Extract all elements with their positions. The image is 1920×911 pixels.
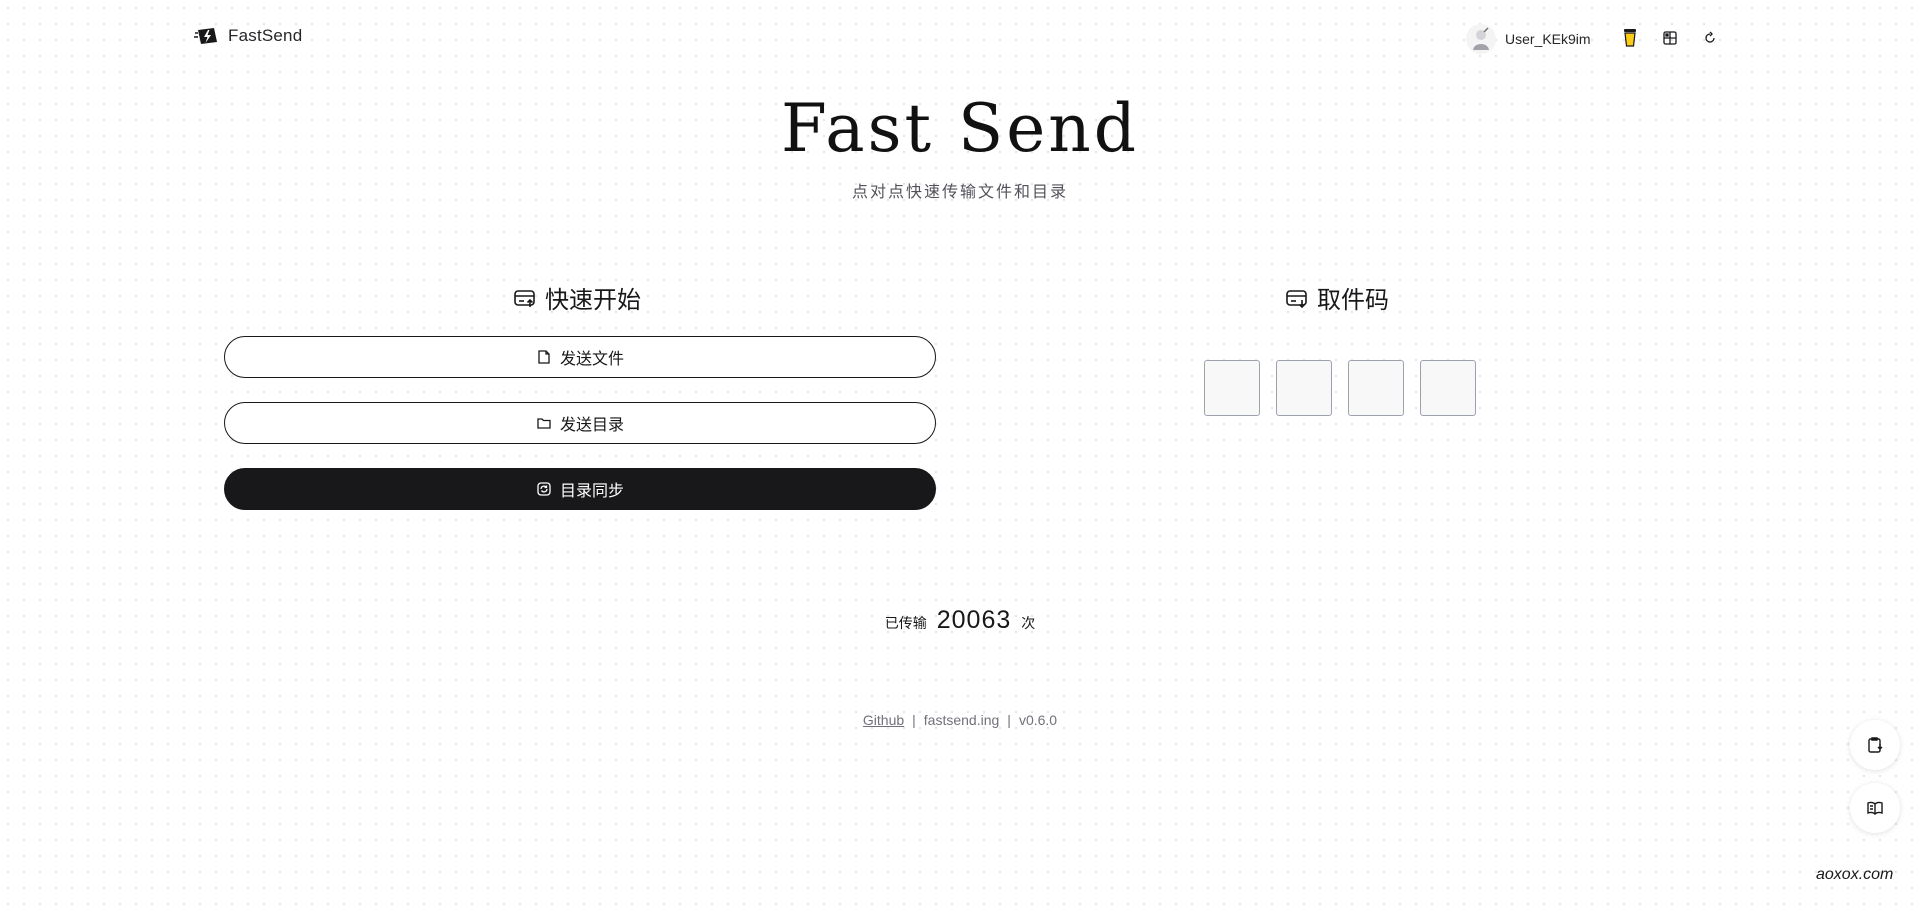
footer-separator: | xyxy=(912,712,916,728)
transfer-stats: 已传输 20063 次 xyxy=(0,606,1920,635)
brand[interactable]: FastSend xyxy=(194,24,302,48)
code-digit-input[interactable] xyxy=(1204,360,1260,416)
send-directory-button[interactable]: 发送目录 xyxy=(224,402,936,444)
site-name: fastsend.ing xyxy=(923,712,1000,728)
code-digit-input[interactable] xyxy=(1348,360,1404,416)
send-box-icon xyxy=(514,289,535,307)
coffee-cup-icon[interactable] xyxy=(1620,28,1640,48)
file-icon xyxy=(538,350,550,364)
footer-separator: | xyxy=(1007,712,1011,728)
book-icon xyxy=(1867,801,1883,815)
stats-count: 20063 xyxy=(936,606,1012,634)
github-link[interactable]: Github xyxy=(863,712,904,728)
brand-name: FastSend xyxy=(228,26,303,45)
footer: Github | fastsend.ing | v0.6.0 xyxy=(0,712,1920,728)
receive-box-icon xyxy=(1286,289,1307,308)
version: v0.6.0 xyxy=(1018,712,1058,728)
avatar[interactable] xyxy=(1466,24,1496,54)
pickup-title: 取件码 xyxy=(1317,287,1389,314)
sync-directory-label: 目录同步 xyxy=(559,483,624,500)
docs-button[interactable] xyxy=(1850,783,1900,833)
stats-suffix: 次 xyxy=(1021,615,1036,631)
clipboard-icon xyxy=(1868,737,1883,753)
hero-subtitle: 点对点快速传输文件和目录 xyxy=(851,184,1068,201)
code-digit-input[interactable] xyxy=(1276,360,1332,416)
avatar-figure-icon xyxy=(1473,27,1489,50)
code-digit-input[interactable] xyxy=(1420,360,1476,416)
qr-grid-icon[interactable] xyxy=(1660,28,1680,48)
user-menu[interactable]: User_KEk9im xyxy=(1466,24,1591,54)
lightning-logo-icon xyxy=(194,28,217,44)
send-file-button[interactable]: 发送文件 xyxy=(224,336,936,378)
quick-start-title: 快速开始 xyxy=(545,287,641,314)
top-bar: FastSend User_KEk9im xyxy=(0,0,1920,76)
pickup-heading: 取件码 xyxy=(1285,280,1389,315)
sync-directory-button[interactable]: 目录同步 xyxy=(224,468,936,510)
username: User_KEk9im xyxy=(1505,31,1591,47)
send-file-label: 发送文件 xyxy=(559,351,624,368)
clipboard-button[interactable] xyxy=(1850,720,1900,770)
refresh-icon[interactable] xyxy=(1700,28,1720,48)
sync-icon xyxy=(537,482,551,496)
hero-title: Fast Send xyxy=(780,90,1140,167)
quick-start-heading: 快速开始 xyxy=(513,280,641,315)
send-directory-label: 发送目录 xyxy=(559,417,624,434)
folder-icon xyxy=(537,418,551,429)
watermark: aoxox.com xyxy=(1816,866,1894,883)
stats-prefix: 已传输 xyxy=(884,615,927,631)
